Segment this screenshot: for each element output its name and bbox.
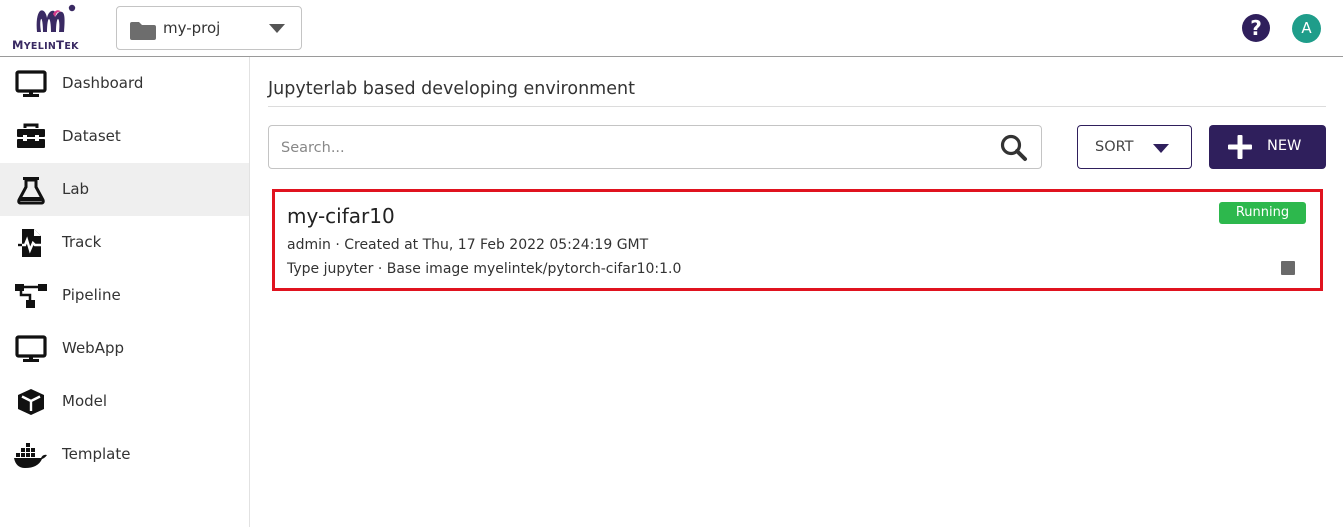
plus-icon bbox=[1228, 135, 1252, 159]
stop-icon[interactable] bbox=[1281, 261, 1295, 275]
search-input[interactable] bbox=[281, 136, 981, 160]
sidebar-item-label: Pipeline bbox=[62, 286, 121, 304]
sidebar-item-label: Track bbox=[62, 233, 102, 251]
new-lab-button[interactable]: NEW bbox=[1209, 125, 1326, 169]
sidebar-item-lab[interactable]: Lab bbox=[0, 163, 249, 216]
sidebar: Dashboard Dataset Lab Track Pipeline Web… bbox=[0, 57, 250, 527]
sidebar-item-model[interactable]: Model bbox=[0, 375, 249, 428]
project-name: my-proj bbox=[163, 19, 221, 37]
sidebar-item-webapp[interactable]: WebApp bbox=[0, 322, 249, 375]
monitor-icon bbox=[15, 70, 47, 97]
sidebar-item-dashboard[interactable]: Dashboard bbox=[0, 57, 249, 110]
sidebar-item-label: Lab bbox=[62, 180, 90, 198]
lab-card[interactable]: my-cifar10 Running admin · Created at Th… bbox=[272, 189, 1323, 291]
sidebar-item-label: Dataset bbox=[62, 127, 121, 145]
search-icon[interactable] bbox=[999, 133, 1029, 163]
status-badge: Running bbox=[1219, 202, 1306, 224]
file-pulse-icon bbox=[18, 229, 44, 257]
folder-icon bbox=[130, 22, 156, 40]
title-divider bbox=[268, 106, 1326, 107]
avatar[interactable]: A bbox=[1292, 14, 1321, 43]
sidebar-item-label: Template bbox=[62, 445, 131, 463]
flask-icon bbox=[17, 177, 45, 205]
sidebar-item-label: WebApp bbox=[62, 339, 125, 357]
myelintek-logo[interactable]: MYELINTEK bbox=[10, 4, 100, 54]
sidebar-item-pipeline[interactable]: Pipeline bbox=[0, 269, 249, 322]
chevron-down-icon bbox=[269, 24, 285, 33]
toolbox-icon bbox=[17, 123, 45, 148]
sitemap-icon bbox=[15, 284, 47, 308]
cube-icon bbox=[18, 389, 44, 415]
sidebar-item-dataset[interactable]: Dataset bbox=[0, 110, 249, 163]
docker-icon bbox=[14, 443, 47, 468]
lab-type-image: Type jupyter · Base image myelintek/pyto… bbox=[287, 261, 682, 277]
search-field[interactable] bbox=[268, 125, 1042, 169]
project-selector[interactable]: my-proj bbox=[116, 6, 302, 50]
sort-button[interactable]: SORT bbox=[1077, 125, 1192, 169]
sidebar-item-track[interactable]: Track bbox=[0, 216, 249, 269]
sidebar-item-label: Dashboard bbox=[62, 74, 144, 92]
sidebar-item-template[interactable]: Template bbox=[0, 428, 249, 481]
top-header: MYELINTEK my-proj ? A bbox=[0, 0, 1343, 57]
lab-name[interactable]: my-cifar10 bbox=[287, 204, 395, 228]
lab-owner-created: admin · Created at Thu, 17 Feb 2022 05:2… bbox=[287, 237, 649, 253]
help-icon[interactable]: ? bbox=[1242, 14, 1270, 42]
monitor-icon bbox=[15, 335, 47, 362]
logo-text: MYELINTEK bbox=[12, 38, 79, 52]
new-label: NEW bbox=[1267, 138, 1302, 154]
logo-mark-icon bbox=[36, 4, 76, 32]
chevron-down-icon bbox=[1153, 144, 1169, 153]
sidebar-item-label: Model bbox=[62, 392, 108, 410]
sort-label: SORT bbox=[1095, 139, 1134, 155]
page-title: Jupyterlab based developing environment bbox=[268, 79, 635, 99]
